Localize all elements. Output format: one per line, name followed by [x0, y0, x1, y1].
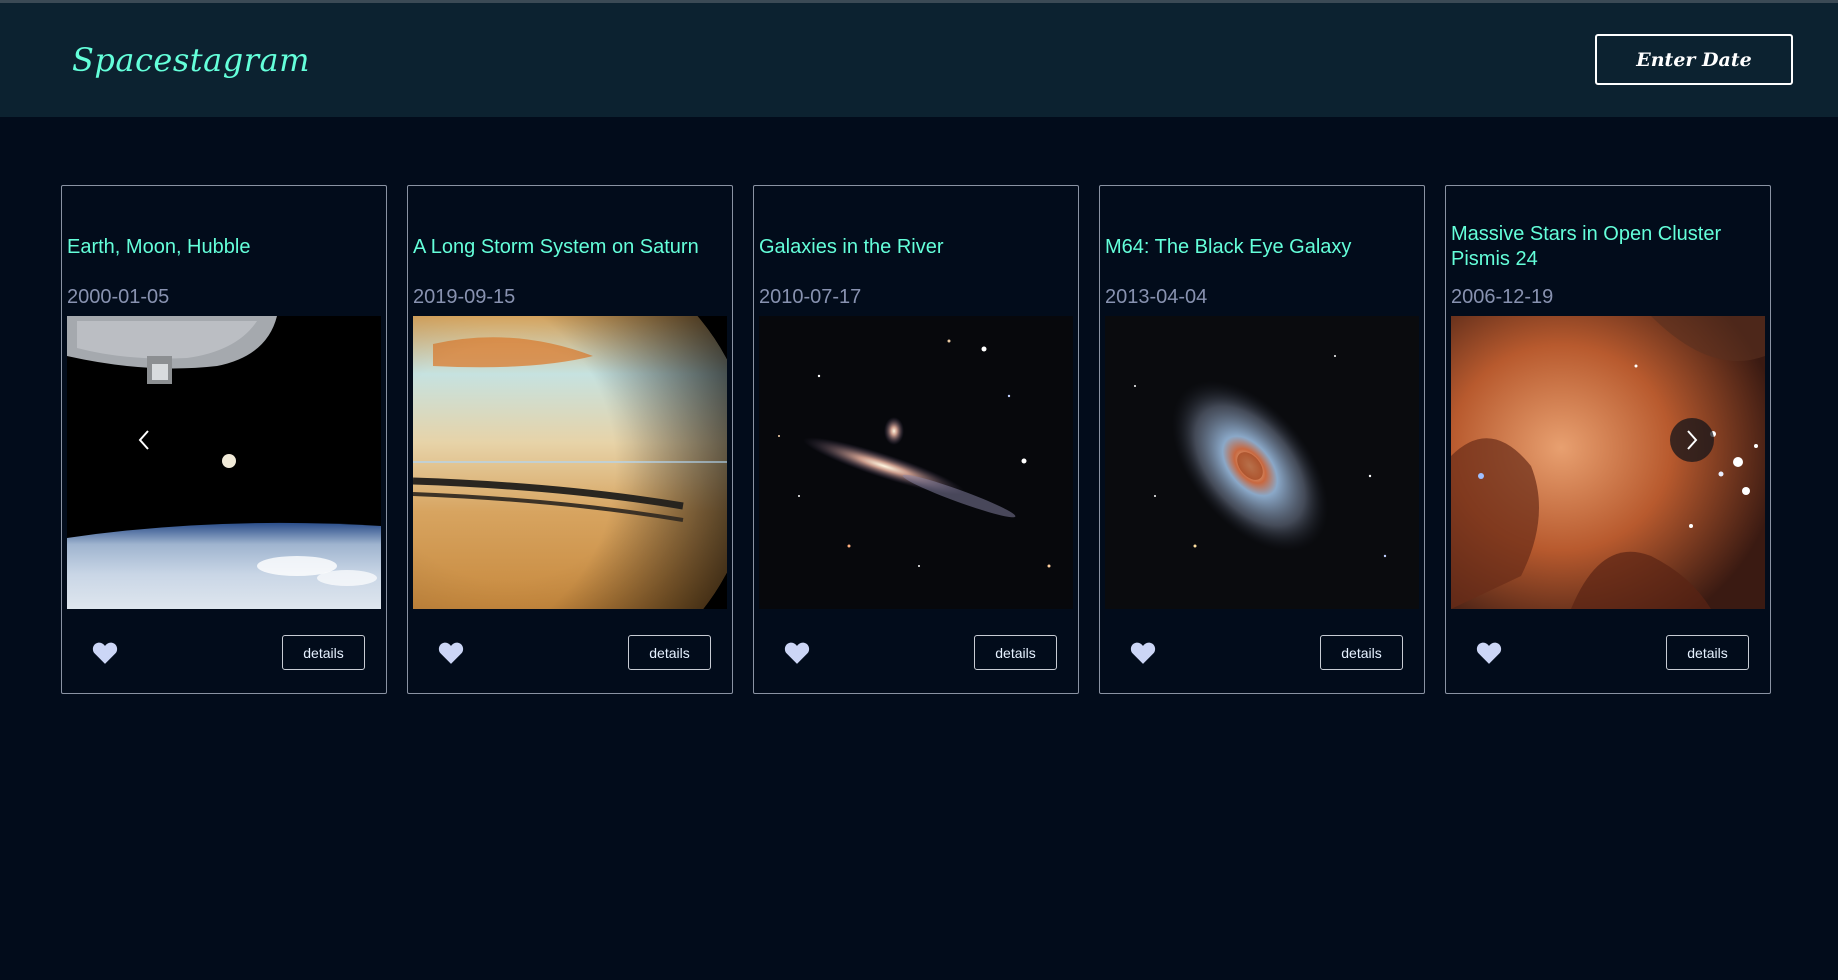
- photo-card: Galaxies in the River 2010-07-17 details: [753, 185, 1079, 694]
- card-date: 2010-07-17: [759, 286, 862, 308]
- card-title: Galaxies in the River: [759, 235, 944, 258]
- header: Spacestagram Enter Date: [0, 3, 1838, 117]
- card-date: 2013-04-04: [1105, 286, 1208, 308]
- card-date: 2019-09-15: [413, 286, 516, 308]
- heart-icon[interactable]: [784, 641, 810, 665]
- saturn-storm-photo: [413, 316, 727, 609]
- photo-card: A Long Storm System on Saturn 2019-09-15: [407, 185, 733, 694]
- card-date: 2006-12-19: [1451, 286, 1554, 308]
- pismis-24-photo: [1451, 316, 1765, 609]
- photo-card: M64: The Black Eye Galaxy 2013-04-04 det…: [1099, 185, 1425, 694]
- card-title: Massive Stars in Open Cluster Pismis 24: [1451, 223, 1722, 270]
- photo-card: Earth, Moon, Hubble 2000-01-05 details: [61, 185, 387, 694]
- photo-card: Massive Stars in Open Cluster Pismis 24 …: [1445, 185, 1771, 694]
- heart-icon[interactable]: [1130, 641, 1156, 665]
- galaxies-river-photo: [759, 316, 1073, 609]
- details-button[interactable]: details: [282, 635, 365, 670]
- card-title: A Long Storm System on Saturn: [413, 235, 699, 258]
- heart-icon[interactable]: [1476, 641, 1502, 665]
- heart-icon[interactable]: [438, 641, 464, 665]
- chevron-left-icon[interactable]: [127, 418, 161, 462]
- black-eye-galaxy-photo: [1105, 316, 1419, 609]
- details-button[interactable]: details: [1320, 635, 1403, 670]
- card-title: Earth, Moon, Hubble: [67, 235, 251, 258]
- earth-moon-hubble-photo: [67, 316, 381, 609]
- card-date: 2000-01-05: [67, 286, 170, 308]
- app-logo[interactable]: Spacestagram: [72, 41, 310, 79]
- card-title: M64: The Black Eye Galaxy: [1105, 235, 1352, 258]
- chevron-right-icon[interactable]: [1670, 418, 1714, 462]
- details-button[interactable]: details: [1666, 635, 1749, 670]
- enter-date-button[interactable]: Enter Date: [1595, 34, 1793, 85]
- heart-icon[interactable]: [92, 641, 118, 665]
- details-button[interactable]: details: [628, 635, 711, 670]
- details-button[interactable]: details: [974, 635, 1057, 670]
